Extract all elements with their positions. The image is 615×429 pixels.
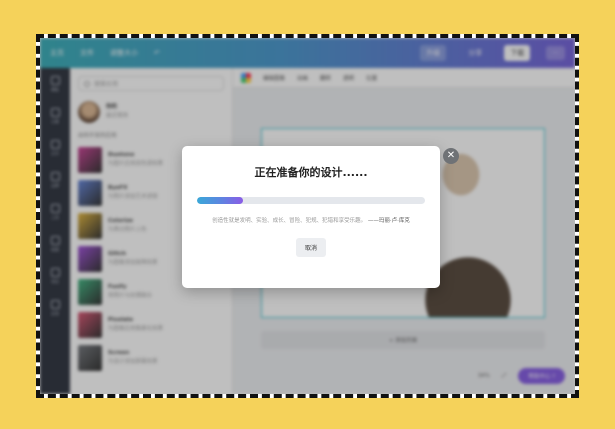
dialog-title: 正在准备你的设计...... <box>254 166 368 179</box>
quote-author: ——玛丽·卢·库克 <box>367 218 410 224</box>
progress-fill <box>197 197 243 204</box>
quote-body: 创造性就是发明、实验、成长、冒险、犯规、犯错和享受乐趣。 <box>212 218 367 224</box>
preparing-dialog: 正在准备你的设计...... 创造性就是发明、实验、成长、冒险、犯规、犯错和享受… <box>182 146 440 288</box>
cancel-button[interactable]: 取消 <box>295 238 326 258</box>
progress-bar <box>197 197 425 204</box>
screenshot-frame: 主页 文件 调整大小 ↶ 升级 分享 下载 ··· 模板 元素 文字 品牌 上传 绘图 项目… <box>36 34 579 398</box>
close-icon[interactable]: ✕ <box>443 148 459 164</box>
quote-text: 创造性就是发明、实验、成长、冒险、犯规、犯错和享受乐趣。 ——玛丽·卢·库克 <box>195 217 427 226</box>
